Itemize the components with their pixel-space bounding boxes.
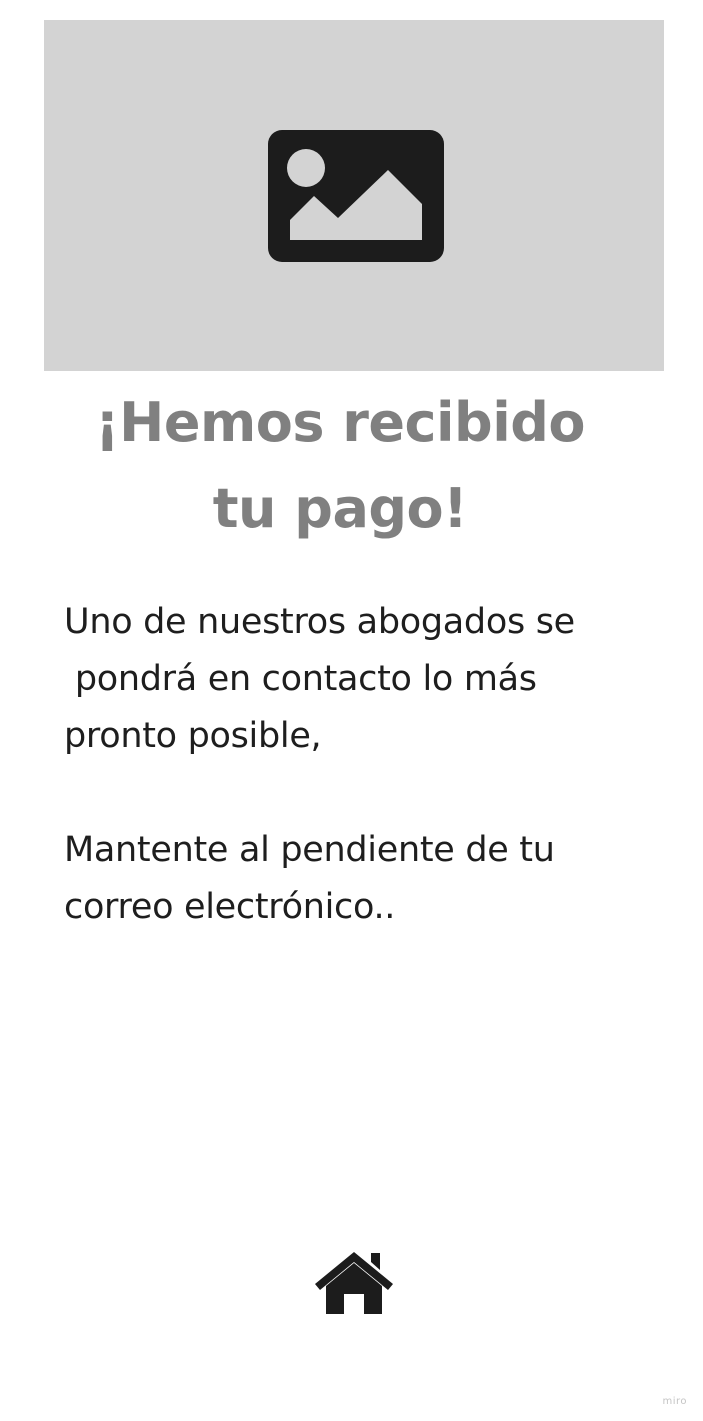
title-line-1: ¡Hemos recibido — [95, 391, 585, 454]
message-line-3: pronto posible, — [64, 716, 322, 756]
image-placeholder-icon — [268, 130, 444, 262]
title-line-2: tu pago! — [212, 477, 468, 540]
message-line-1: Uno de nuestros abogados se — [64, 602, 575, 642]
hero-image-placeholder — [44, 20, 664, 371]
page-title: ¡Hemos recibido tu pago! — [44, 380, 636, 552]
home-button[interactable] — [313, 1250, 395, 1316]
message-line-4: Mantente al pendiente de tu — [64, 830, 555, 870]
watermark: miro — [662, 1396, 687, 1407]
message-line-2: pondrá en contacto lo más — [64, 659, 537, 699]
message-line-5: correo electrónico.. — [64, 887, 396, 927]
confirmation-message: Uno de nuestros abogados se pondrá en co… — [64, 594, 664, 936]
home-icon — [315, 1252, 393, 1314]
